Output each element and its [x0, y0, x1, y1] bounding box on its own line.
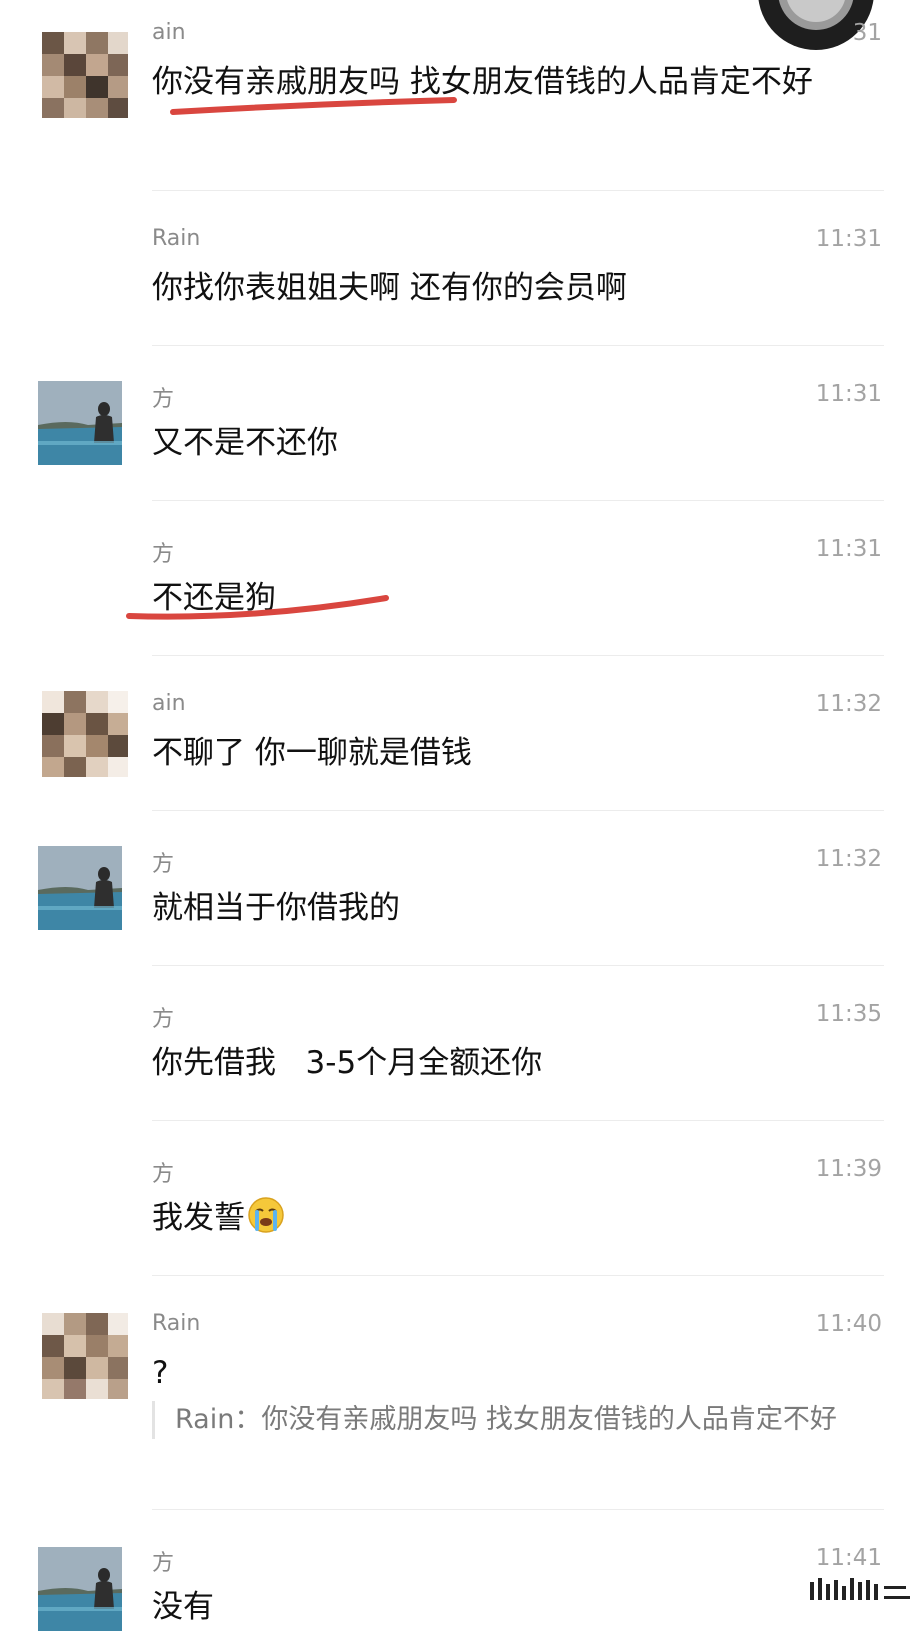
sender-name: 方: [152, 542, 175, 567]
message-text: 没有: [152, 1589, 214, 1625]
avatar[interactable]: [42, 691, 128, 777]
message-text: 又不是不还你: [152, 425, 338, 461]
separator: [152, 655, 884, 656]
sender-name: 方: [152, 1551, 175, 1576]
separator: [152, 810, 884, 811]
message-text: 我发誓: [152, 1200, 245, 1236]
message-time: 11:41: [815, 1545, 882, 1571]
message-text: 你找你表姐姐夫啊 还有你的会员啊: [152, 270, 627, 306]
separator: [152, 500, 884, 501]
avatar[interactable]: [42, 1313, 128, 1399]
avatar[interactable]: [38, 381, 122, 465]
avatar[interactable]: [38, 1547, 122, 1631]
message-item: ain 11:32 不聊了 你一聊就是借钱: [0, 657, 922, 812]
sender-name: ain: [152, 691, 186, 716]
message-time: 11:32: [815, 846, 882, 872]
sender-name: Rain: [152, 1311, 201, 1336]
message-time: 11:32: [815, 691, 882, 717]
message-text: 就相当于你借我的: [152, 890, 400, 926]
sender-name: 方: [152, 1162, 175, 1187]
message-text: 你没有亲戚朋友吗 找女朋友借钱的人品肯定不好: [152, 64, 813, 100]
quoted-message[interactable]: Rain：你没有亲戚朋友吗 找女朋友借钱的人品肯定不好: [152, 1401, 895, 1439]
avatar[interactable]: [42, 32, 128, 118]
sender-name: ain: [152, 20, 186, 45]
message-time: 11:31: [815, 226, 882, 252]
sender-name: 方: [152, 1007, 175, 1032]
crying-emoji-icon: [248, 1197, 284, 1233]
separator: [152, 1509, 884, 1510]
message-time: 31: [852, 20, 882, 46]
message-text: 不还是狗: [152, 580, 276, 616]
message-item: Rain 11:40 ? Rain：你没有亲戚朋友吗 找女朋友借钱的人品肯定不好: [0, 1277, 922, 1511]
avatar[interactable]: [38, 846, 122, 930]
message-item: 方 11:31 不还是狗: [0, 502, 922, 657]
separator: [152, 965, 884, 966]
message-item: Rain 11:31 你找你表姐姐夫啊 还有你的会员啊: [0, 192, 922, 347]
message-time: 11:35: [815, 1001, 882, 1027]
separator: [152, 345, 884, 346]
separator: [152, 1275, 884, 1276]
sender-name: Rain: [152, 226, 201, 251]
message-item: 方 11:39 我发誓: [0, 1122, 922, 1277]
message-item: ain 31 你没有亲戚朋友吗 找女朋友借钱的人品肯定不好: [0, 0, 922, 192]
message-text: 你先借我 3-5个月全额还你: [152, 1045, 543, 1081]
message-time: 11:31: [815, 381, 882, 407]
sender-name: 方: [152, 387, 175, 412]
message-item: 方 11:35 你先借我 3-5个月全额还你: [0, 967, 922, 1122]
message-text: ?: [152, 1355, 169, 1391]
message-text-row: 我发誓: [152, 1194, 872, 1242]
message-item: 方 11:32 就相当于你借我的: [0, 812, 922, 967]
watermark-logo: [810, 1578, 910, 1600]
message-text: 不聊了 你一聊就是借钱: [152, 735, 472, 771]
message-time: 11:40: [815, 1311, 882, 1337]
message-item: 方 11:31 又不是不还你: [0, 347, 922, 502]
message-item: 方 11:41 没有: [0, 1511, 922, 1631]
sender-name: 方: [152, 852, 175, 877]
separator: [152, 190, 884, 191]
message-time: 11:31: [815, 536, 882, 562]
message-time: 11:39: [815, 1156, 882, 1182]
separator: [152, 1120, 884, 1121]
